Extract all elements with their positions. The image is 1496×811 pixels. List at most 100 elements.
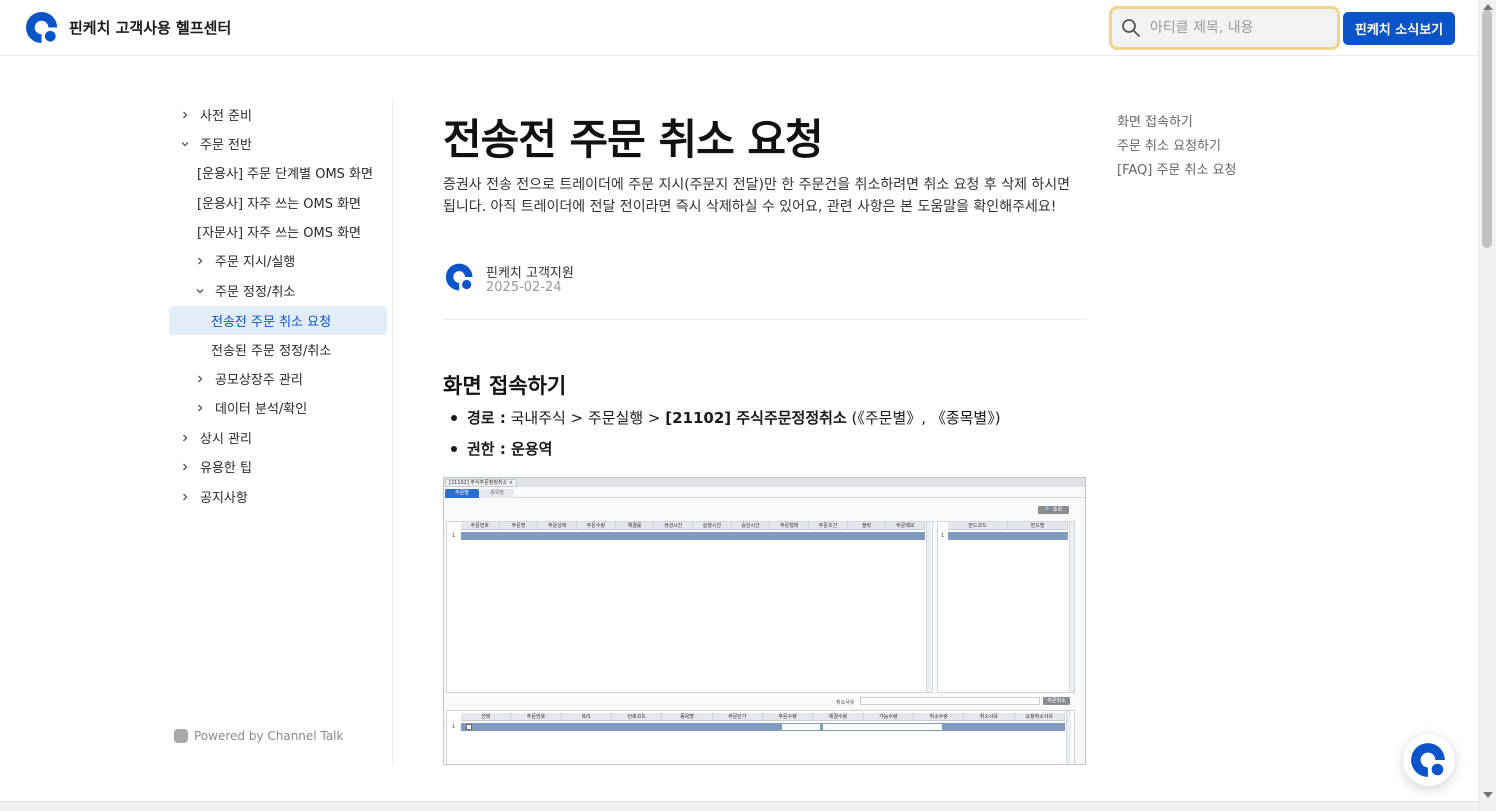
- sidebar-item-label: 사전 준비: [200, 109, 252, 124]
- chevron-right-icon: [198, 257, 203, 264]
- path-value: 국내주식 > 주문실행 >: [510, 409, 666, 427]
- grid-column-header: 주문번호: [511, 713, 562, 720]
- grid-column-header: 주문메모: [886, 522, 926, 529]
- grid-column-header: B/S: [562, 713, 612, 720]
- powered-by-badge[interactable]: Powered by Channel Talk: [174, 729, 343, 743]
- bullet-dot: [451, 414, 457, 421]
- brand-title[interactable]: 핀케치 고객사용 헬프센터: [69, 17, 231, 38]
- fund-grid-row: [948, 532, 1068, 540]
- grid-column-header: 주문상태: [538, 522, 578, 529]
- sidebar-item[interactable]: 전송전 주문 취소 요청: [169, 306, 387, 335]
- sidebar-item[interactable]: 상시 관리: [179, 423, 389, 452]
- screenshot-tab-order: 주문별: [445, 489, 479, 498]
- sidebar-item[interactable]: 주문 정정/취소: [194, 276, 389, 305]
- sidebar-item-label: [운용사] 자주 쓰는 OMS 화면: [197, 197, 362, 212]
- sidebar-item-label: 유용한 팁: [200, 461, 252, 476]
- divider: [443, 319, 1086, 320]
- cancel-reason-field: [860, 697, 1040, 705]
- grid-column-header: 주문수량: [577, 522, 616, 529]
- chevron-down-icon: [196, 288, 204, 293]
- sidebar-item[interactable]: 사전 준비: [179, 100, 389, 129]
- sidebar-item-label: 공지사항: [200, 491, 248, 506]
- page-scrollbar[interactable]: [1478, 0, 1496, 811]
- grid-column-header: 가능수량: [864, 713, 914, 720]
- sidebar-item[interactable]: [운용사] 자주 쓰는 OMS 화면: [197, 188, 391, 217]
- cancel-qty-cell: [782, 724, 820, 730]
- cancel-reason-label: 취소사유: [836, 700, 855, 706]
- screenshot-window-tab: [21102] 주식주문정정취소 ×: [445, 479, 517, 487]
- sidebar-item[interactable]: 데이터 분석/확인: [194, 393, 389, 422]
- channel-talk-icon: [174, 729, 188, 743]
- grid-column-header: 단축코드: [612, 713, 663, 720]
- chevron-right-icon: [198, 375, 203, 382]
- grid-column-header: 주문조건: [809, 522, 848, 529]
- sidebar-item[interactable]: [운용사] 주문 단계별 OMS 화면: [197, 158, 391, 187]
- chevron-right-icon: [183, 111, 188, 118]
- grid-column-header: 주문형태: [770, 522, 810, 529]
- toc-item[interactable]: 화면 접속하기: [1117, 111, 1193, 130]
- grid-column-header: 요청취소사유: [1015, 713, 1065, 720]
- grid-column-header: 주문단가: [713, 713, 763, 720]
- sidebar-item-label: 전송된 주문 정정/취소: [211, 344, 332, 359]
- screenshot-title-bar: [21102] 주식주문정정취소 ×: [444, 478, 1085, 487]
- grid-column-header: 체결률: [616, 522, 655, 529]
- channel-logo-icon[interactable]: [25, 10, 60, 45]
- chat-icon: [1411, 743, 1446, 778]
- chevron-down-icon: [181, 141, 189, 146]
- oms-screenshot: [21102] 주식주문정정취소 × 주문별 종목별 🔍 조회 주문번호 주문명 주…: [443, 477, 1086, 765]
- grid-column-header: 체결수량: [813, 713, 864, 720]
- sidebar-item-label: 데이터 분석/확인: [215, 402, 308, 417]
- grid-column-header: 블락: [848, 522, 887, 529]
- grid-column-header: 주문수량: [763, 713, 814, 720]
- path-label: 경로 :: [467, 409, 506, 427]
- search-box[interactable]: [1109, 6, 1340, 50]
- help-center-page: 핀케치 고객사용 헬프센터 핀케치 소식보기 Powered by Channe…: [0, 0, 1496, 811]
- cancel-grid-header: 선택 주문번호 B/S 단축코드 종목명 주문단가 주문수량 체결수량 가능수량 취소수량 취소사유…: [461, 713, 1065, 721]
- cancel-grid-row: [461, 723, 1065, 731]
- sidebar-item[interactable]: 주문 전반: [179, 129, 389, 158]
- grid-column-header: 생성시간: [654, 522, 694, 529]
- chevron-right-icon: [183, 463, 188, 470]
- sidebar-item[interactable]: [자문사] 자주 쓰는 OMS 화면: [197, 217, 391, 246]
- screenshot-tabs: 주문별 종목별: [444, 488, 1085, 498]
- scroll-up-arrow-icon[interactable]: [1483, 4, 1493, 10]
- cancel-grid-checkbox: [466, 724, 472, 730]
- cancel-reason-cell: [823, 724, 942, 730]
- author-name: 핀케치 고객지원: [486, 266, 574, 281]
- sidebar-item[interactable]: 공지사항: [179, 482, 389, 511]
- sidebar-item[interactable]: 공모상장주 관리: [194, 364, 389, 393]
- screenshot-query-button: 🔍 조회: [1038, 506, 1069, 514]
- fund-grid-header: 펀드코드 펀드명: [948, 522, 1068, 530]
- article-title: 전송전 주문 취소 요청: [443, 115, 824, 164]
- horizontal-scrollbar[interactable]: [0, 801, 1478, 811]
- fund-grid-row-number: 1: [941, 533, 945, 539]
- bullet-dot: [451, 445, 457, 452]
- sidebar-item[interactable]: 유용한 팁: [179, 452, 389, 481]
- sidebar-nav: Powered by Channel Talk 사전 준비주문 전반 [운용사] …: [169, 100, 393, 765]
- chevron-right-icon: [183, 434, 188, 441]
- grid-column-header: 승인시간: [732, 522, 771, 529]
- fund-grid-scrollbar: [1069, 522, 1074, 692]
- grid-column-header: 선택: [461, 713, 512, 720]
- toc-item[interactable]: [FAQ] 주문 취소 요청: [1117, 159, 1236, 178]
- powered-by-text: Powered by Channel Talk: [194, 729, 344, 743]
- news-button[interactable]: 핀케치 소식보기: [1343, 12, 1455, 45]
- screenshot-fund-grid: 펀드코드 펀드명 1: [937, 521, 1075, 693]
- scrollbar-thumb[interactable]: [1482, 10, 1492, 248]
- sidebar-item-label: 주문 전반: [200, 138, 252, 153]
- path-suffix: (《주문별》, 《종목별》): [846, 409, 1001, 427]
- sidebar-item-label: [자문사] 자주 쓰는 OMS 화면: [197, 226, 362, 241]
- toc-item[interactable]: 주문 취소 요청하기: [1117, 135, 1221, 154]
- cancel-grid-scrollbar: [1066, 711, 1071, 764]
- sidebar-item[interactable]: 전송된 주문 정정/취소: [211, 335, 389, 364]
- sidebar-item[interactable]: 주문 지시/실행: [194, 246, 389, 275]
- search-input[interactable]: [1150, 17, 1330, 39]
- sidebar-item-label: 공모상장주 관리: [215, 373, 303, 388]
- search-icon: [1122, 19, 1140, 37]
- screenshot-cancel-button: 주문취소: [1043, 697, 1070, 705]
- path-screen: [21102] 주식주문정정취소: [665, 409, 847, 427]
- chat-launcher-button[interactable]: [1403, 734, 1455, 786]
- scroll-down-arrow-icon[interactable]: [1483, 792, 1493, 798]
- grid-column-header: 실행시간: [693, 522, 732, 529]
- section-heading: 화면 접속하기: [443, 374, 567, 398]
